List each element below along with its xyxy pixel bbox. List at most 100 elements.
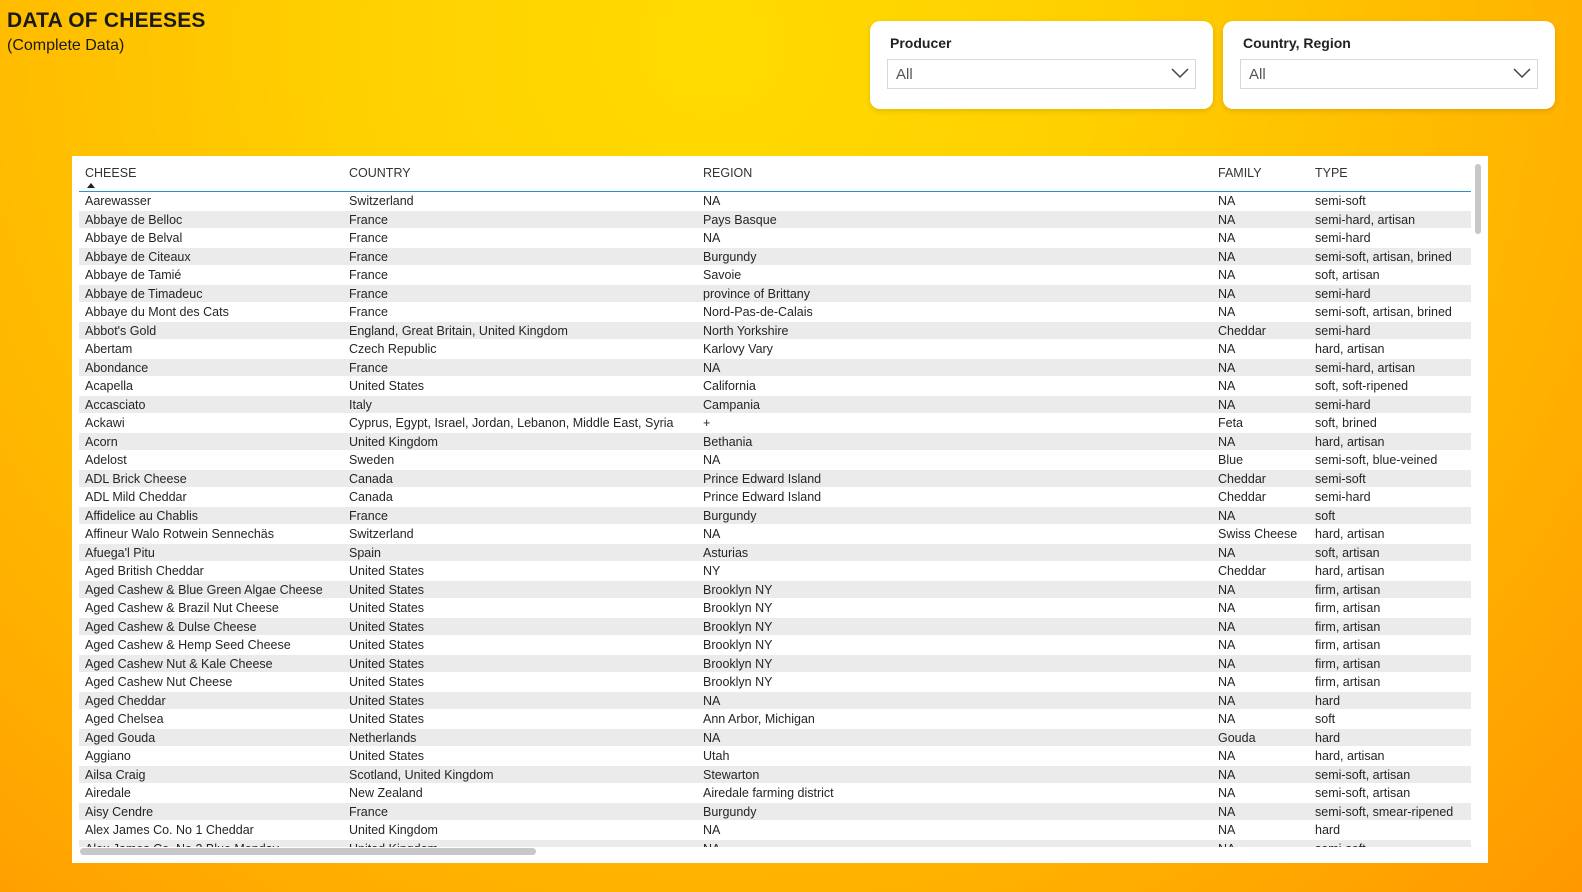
cell-type: semi-soft, artisan, brined (1315, 305, 1452, 319)
cell-region: Asturias (703, 545, 749, 560)
cell-type: hard, artisan (1315, 749, 1385, 763)
table-row[interactable]: Affidelice au Chablis France Burgundy NA sof… (79, 506, 1471, 525)
cell-cheese: Aged British Cheddar (85, 564, 204, 578)
cell-region: Airedale farming district (703, 786, 834, 800)
cell-family: NA (1218, 268, 1236, 282)
cell-country: France (349, 268, 388, 282)
table-row[interactable]: Abertam Czech Republic Karlovy Vary NA hard,… (79, 340, 1471, 359)
table-row[interactable]: Aged Cashew Nut Cheese United States Brook… (79, 673, 1471, 692)
table-row[interactable]: Acapella United States California NA soft, s… (79, 377, 1471, 396)
cell-cheese: Abbaye de Belloc (85, 212, 183, 227)
column-header-cheese[interactable]: CHEESE (85, 166, 136, 180)
cell-region: Utah (703, 749, 730, 763)
table-row[interactable]: Abbaye de Belloc France Pays Basque NA semi-… (79, 210, 1471, 229)
table-row[interactable]: ADL Mild Cheddar Canada Prince Edward Isla… (79, 488, 1471, 507)
cell-cheese: Aged Chelsea (85, 712, 164, 726)
table-row[interactable]: Afuega'l Pitu Spain Asturias NA soft, artisa… (79, 543, 1471, 562)
column-header-country[interactable]: COUNTRY (349, 166, 411, 180)
cell-family: NA (1218, 194, 1236, 208)
cell-family: Blue (1218, 453, 1244, 467)
table-row[interactable]: Abbot's Gold England, Great Britain, Unit… (79, 321, 1471, 340)
cell-country: Italy (349, 397, 372, 412)
table-row[interactable]: Ackawi Cyprus, Egypt, Israel, Jordan, Leb… (79, 414, 1471, 433)
cell-region: Savoie (703, 268, 742, 282)
cell-type: hard, artisan (1315, 564, 1385, 578)
cell-region: Karlovy Vary (703, 342, 773, 356)
horizontal-scrollbar[interactable] (80, 848, 536, 855)
cell-region: NA (703, 693, 721, 708)
cell-family: NA (1218, 786, 1236, 800)
cell-country: New Zealand (349, 786, 423, 800)
column-header-family[interactable]: FAMILY (1218, 166, 1262, 180)
cell-type: hard, artisan (1315, 527, 1385, 541)
table-row[interactable]: Ailsa Craig Scotland, United Kingdom Stewa… (79, 765, 1471, 784)
table-row[interactable]: Abbaye de Tamié France Savoie NA soft, artis… (79, 266, 1471, 285)
cell-cheese: Abbaye de Citeaux (85, 249, 191, 264)
country-region-dropdown[interactable]: All (1240, 59, 1538, 89)
table-row[interactable]: Aged Gouda Netherlands NA Gouda hard (79, 728, 1471, 747)
cell-family: NA (1218, 379, 1236, 393)
cell-region: Burgundy (703, 249, 757, 264)
cell-type: semi-hard, artisan (1315, 212, 1416, 227)
table-row[interactable]: Alex James Co. No 2 Blue Monday United Ki… (79, 839, 1471, 848)
table-row[interactable]: Abbaye du Mont des Cats France Nord-Pas-de… (79, 303, 1471, 322)
table-row[interactable]: Adelost Sweden NA Blue semi-soft, blue-veine… (79, 451, 1471, 470)
cell-type: semi-hard (1315, 231, 1371, 245)
table-row[interactable]: Aged Cheddar United States NA NA hard (79, 691, 1471, 710)
table-row[interactable]: Acorn United Kingdom Bethania NA hard, artis… (79, 432, 1471, 451)
cell-family: NA (1218, 305, 1236, 319)
cell-family: NA (1218, 804, 1236, 819)
table-row[interactable]: Alex James Co. No 1 Cheddar United Kingdo… (79, 821, 1471, 840)
table-row[interactable]: Aged British Cheddar United States NY Chedd… (79, 562, 1471, 581)
cell-country: United States (349, 601, 425, 615)
cell-type: semi-soft, blue-veined (1315, 453, 1438, 467)
vertical-scrollbar[interactable] (1475, 164, 1481, 234)
cell-region: + (703, 416, 711, 430)
cell-country: United Kingdom (349, 842, 438, 848)
table-row[interactable]: Aggiano United States Utah NA hard, artisan (79, 747, 1471, 766)
cell-cheese: Abbaye de Timadeuc (85, 286, 203, 301)
cell-family: Gouda (1218, 730, 1256, 745)
cell-cheese: Aged Cashew Nut Cheese (85, 675, 233, 689)
cell-region: Pays Basque (703, 212, 777, 227)
table-row[interactable]: Affineur Walo Rotwein Sennechäs Switzerla… (79, 525, 1471, 544)
column-header-type[interactable]: TYPE (1315, 166, 1348, 180)
table-row[interactable]: Aged Cashew & Blue Green Algae Cheese Uni… (79, 580, 1471, 599)
cell-family: NA (1218, 212, 1236, 227)
table-row[interactable]: ADL Brick Cheese Canada Prince Edward Isla… (79, 469, 1471, 488)
table-row[interactable]: Abbaye de Citeaux France Burgundy NA semi-so… (79, 247, 1471, 266)
cell-family: NA (1218, 545, 1236, 560)
table-row[interactable]: Airedale New Zealand Airedale farming dist… (79, 784, 1471, 803)
table-row[interactable]: Aged Cashew & Hemp Seed Cheese United Sta… (79, 636, 1471, 655)
table-row[interactable]: Aarewasser Switzerland NA NA semi-soft (79, 192, 1471, 211)
cell-type: hard (1315, 823, 1341, 837)
cell-type: hard, artisan (1315, 434, 1385, 449)
cell-cheese: Abertam (85, 342, 133, 356)
cell-cheese: ADL Mild Cheddar (85, 490, 187, 504)
table-row[interactable]: Aged Cashew & Dulse Cheese United States B… (79, 617, 1471, 636)
cell-region: Brooklyn NY (703, 601, 773, 615)
column-header-region[interactable]: REGION (703, 166, 752, 180)
producer-slicer: Producer All (870, 21, 1213, 109)
sort-ascending-icon[interactable] (87, 183, 95, 188)
table-row[interactable]: Abbaye de Belval France NA NA semi-hard (79, 229, 1471, 248)
cell-region: NA (703, 842, 720, 848)
cell-region: Brooklyn NY (703, 656, 773, 671)
table-row[interactable]: Aged Cashew & Brazil Nut Cheese United St… (79, 599, 1471, 618)
cell-cheese: Aged Cashew & Blue Green Algae Cheese (85, 582, 323, 597)
table-row[interactable]: Aged Chelsea United States Ann Arbor, Mich… (79, 710, 1471, 729)
table-row[interactable]: Abbaye de Timadeuc France province of Brit… (79, 284, 1471, 303)
cell-region: Brooklyn NY (703, 619, 773, 634)
cell-region: Burgundy (703, 804, 757, 819)
table-row[interactable]: Abondance France NA NA semi-hard, artisan (79, 358, 1471, 377)
cell-cheese: Abbaye de Belval (85, 231, 183, 245)
table-row[interactable]: Aged Cashew Nut & Kale Cheese United Stat… (79, 654, 1471, 673)
cell-family: NA (1218, 249, 1236, 264)
cell-type: semi-hard (1315, 490, 1371, 504)
cell-cheese: Aged Cashew Nut & Kale Cheese (85, 656, 273, 671)
cell-type: soft, artisan (1315, 268, 1380, 282)
table-row[interactable]: Aisy Cendre France Burgundy NA semi-soft, sm… (79, 802, 1471, 821)
cell-country: France (349, 360, 388, 375)
producer-dropdown[interactable]: All (887, 59, 1196, 89)
table-row[interactable]: Accasciato Italy Campania NA semi-hard (79, 395, 1471, 414)
